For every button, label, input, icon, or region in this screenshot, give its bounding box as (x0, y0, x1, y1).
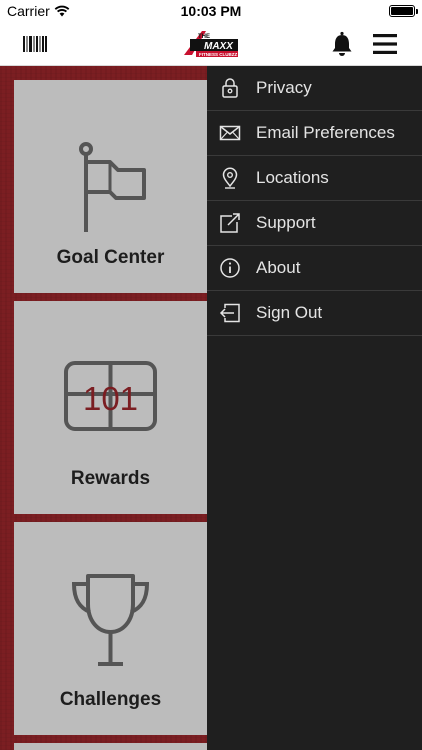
drawer-item-sign-out[interactable]: Sign Out (207, 291, 422, 336)
notifications-button[interactable] (330, 31, 354, 57)
lock-icon (222, 78, 238, 98)
drawer-label-locations: Locations (256, 168, 329, 187)
drawer-label-sign-out: Sign Out (256, 303, 323, 322)
battery-icon (389, 5, 418, 17)
drawer-item-locations[interactable]: Locations (207, 156, 422, 201)
location-pin-icon (222, 167, 238, 189)
drawer-item-privacy[interactable]: Privacy (207, 66, 422, 111)
clock: 10:03 PM (180, 3, 242, 19)
flag-icon (79, 142, 146, 232)
tile-goal-center[interactable]: Goal Center (14, 80, 207, 293)
logo-top-text: THE (198, 34, 210, 40)
sign-out-icon (219, 303, 240, 323)
status-bar: Carrier 10:03 PM (0, 0, 422, 22)
bell-icon (332, 31, 352, 56)
drawer-label-about: About (256, 258, 301, 277)
hamburger-menu-icon (373, 34, 397, 54)
drawer-item-email-preferences[interactable]: Email Preferences (207, 111, 422, 156)
logo-sub-text: FITNESS CLUBZZ (199, 52, 237, 57)
menu-button[interactable] (373, 33, 397, 55)
tile-label-goal-center: Goal Center (56, 247, 165, 268)
maxx-logo-graphic: THE MAXX FITNESS CLUBZZ (184, 31, 238, 57)
drawer-label-support: Support (256, 213, 316, 232)
barcode-button[interactable] (23, 34, 47, 54)
drawer-item-support[interactable]: Support (207, 201, 422, 246)
ticket-number: 101 (83, 380, 138, 417)
logo-brand-text: MAXX (204, 41, 234, 52)
tile-label-challenges: Challenges (59, 689, 162, 710)
tile-partial[interactable] (14, 743, 207, 750)
battery-level (391, 7, 413, 15)
tile-label-rewards: Rewards (70, 468, 151, 489)
trophy-icon (71, 574, 150, 666)
drawer-label-email-preferences: Email Preferences (256, 123, 395, 142)
barcode-icon (23, 36, 47, 52)
tile-challenges[interactable]: Challenges (14, 522, 207, 735)
tile-rewards[interactable]: 101 Rewards (14, 301, 207, 514)
ticket-icon: 101 (64, 361, 157, 431)
nav-bar: THE MAXX FITNESS CLUBZZ (0, 22, 422, 66)
envelope-icon (219, 125, 241, 141)
maxx-logo[interactable]: THE MAXX FITNESS CLUBZZ (182, 29, 240, 59)
side-drawer: Privacy Email Preferences Locations Supp… (207, 66, 422, 750)
info-icon (220, 258, 240, 278)
drawer-item-about[interactable]: About (207, 246, 422, 291)
drawer-label-privacy: Privacy (256, 78, 312, 97)
external-link-icon (220, 213, 240, 233)
